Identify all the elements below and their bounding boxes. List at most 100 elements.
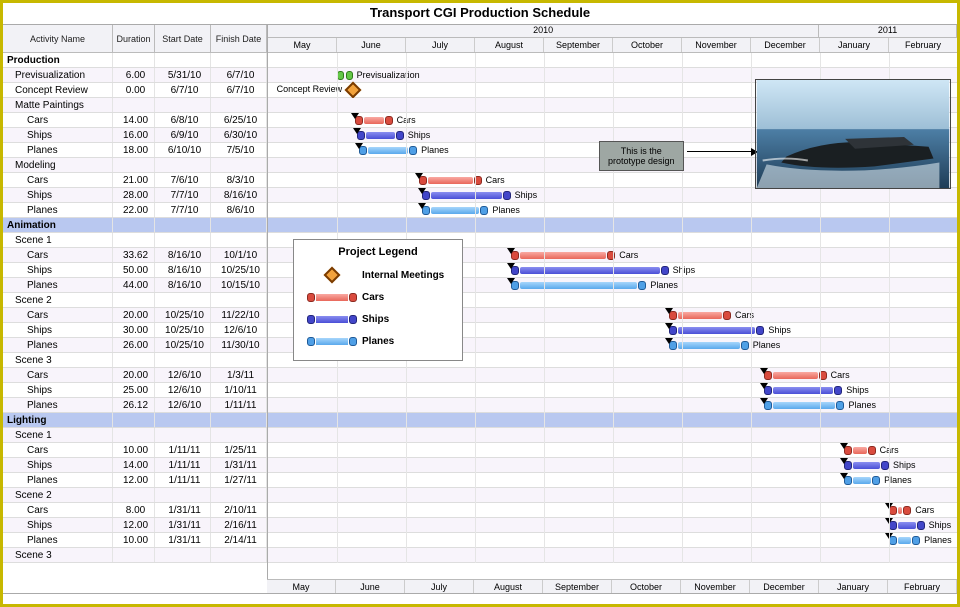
gantt-bar[interactable]: Planes	[764, 401, 844, 410]
group-row[interactable]: Scene 1	[3, 233, 267, 248]
gantt-bar[interactable]: Planes	[422, 206, 489, 215]
gantt-bar[interactable]: Cars	[511, 251, 616, 260]
timeline-row[interactable]: Cars	[268, 368, 957, 383]
section-row[interactable]: Lighting	[3, 413, 267, 428]
timeline-row[interactable]: Ships	[268, 383, 957, 398]
cell-start	[155, 218, 211, 232]
timeline-row[interactable]: Cars	[268, 503, 957, 518]
timeline-row[interactable]: Planes	[268, 533, 957, 548]
col-startdate[interactable]: Start Date	[155, 25, 211, 53]
section-row[interactable]: Animation	[3, 218, 267, 233]
task-row[interactable]: Planes18.006/10/107/5/10	[3, 143, 267, 158]
gantt-bar[interactable]: Cars	[669, 311, 731, 320]
col-finishdate[interactable]: Finish Date	[211, 25, 267, 53]
task-row[interactable]: Previsualization6.005/31/106/7/10	[3, 68, 267, 83]
task-row[interactable]: Planes10.001/31/112/14/11	[3, 533, 267, 548]
gantt-bar[interactable]: Cars	[764, 371, 826, 380]
prototype-image[interactable]	[755, 79, 951, 189]
task-row[interactable]: Planes44.008/16/1010/15/10	[3, 278, 267, 293]
task-row[interactable]: Planes22.007/7/108/6/10	[3, 203, 267, 218]
gantt-bar[interactable]: Ships	[357, 131, 404, 140]
cell-duration	[113, 218, 155, 232]
milestone-diamond-icon[interactable]	[344, 82, 361, 99]
task-row[interactable]: Ships25.0012/6/101/10/11	[3, 383, 267, 398]
task-row[interactable]: Planes26.0010/25/1011/30/10	[3, 338, 267, 353]
gantt-bar[interactable]: Previsualization	[337, 71, 353, 80]
col-duration[interactable]: Duration	[113, 25, 155, 53]
task-row[interactable]: Cars33.628/16/1010/1/10	[3, 248, 267, 263]
gantt-bar[interactable]: Planes	[359, 146, 417, 155]
callout-note[interactable]: This is theprototype design	[599, 141, 684, 171]
task-row[interactable]: Ships30.0010/25/1012/6/10	[3, 323, 267, 338]
group-row[interactable]: Scene 2	[3, 293, 267, 308]
group-row[interactable]: Production	[3, 53, 267, 68]
timeline-row[interactable]: Planes	[268, 473, 957, 488]
cell-duration: 20.00	[113, 308, 155, 322]
cell-start: 1/31/11	[155, 533, 211, 547]
legend-label: Cars	[362, 292, 454, 303]
cell-finish	[211, 488, 267, 502]
timeline-row[interactable]: Ships	[268, 188, 957, 203]
gantt-bar[interactable]: Planes	[889, 536, 920, 545]
bar-label: Cars	[915, 505, 934, 515]
task-row[interactable]: Ships28.007/7/108/16/10	[3, 188, 267, 203]
gantt-bar[interactable]: Ships	[511, 266, 669, 275]
task-row[interactable]: Ships16.006/9/106/30/10	[3, 128, 267, 143]
task-row[interactable]: Ships50.008/16/1010/25/10	[3, 263, 267, 278]
task-row[interactable]: Cars20.0012/6/101/3/11	[3, 368, 267, 383]
group-row[interactable]: Scene 2	[3, 488, 267, 503]
cell-start	[155, 293, 211, 307]
legend[interactable]: Project Legend Internal MeetingsCarsShip…	[293, 239, 463, 361]
bar-label: Previsualization	[357, 70, 420, 80]
bar-label: Ships	[768, 325, 791, 335]
task-row[interactable]: Cars8.001/31/112/10/11	[3, 503, 267, 518]
task-row[interactable]: Cars10.001/11/111/25/11	[3, 443, 267, 458]
gantt-bar[interactable]: Planes	[669, 341, 749, 350]
timeline-row[interactable]	[268, 53, 957, 68]
gantt-bar[interactable]: Planes	[844, 476, 880, 485]
timeline-row[interactable]	[268, 218, 957, 233]
group-row[interactable]: Modeling	[3, 158, 267, 173]
cell-finish	[211, 413, 267, 427]
task-row[interactable]: Ships12.001/31/112/16/11	[3, 518, 267, 533]
timeline-row[interactable]: Planes	[268, 398, 957, 413]
cell-start: 6/9/10	[155, 128, 211, 142]
task-row[interactable]: Cars20.0010/25/1011/22/10	[3, 308, 267, 323]
group-row[interactable]: Matte Paintings	[3, 98, 267, 113]
group-row[interactable]: Scene 1	[3, 428, 267, 443]
cell-finish: 2/16/11	[211, 518, 267, 532]
gantt-bar[interactable]: Ships	[669, 326, 765, 335]
gantt-bar[interactable]: Planes	[511, 281, 647, 290]
month-header: June	[337, 38, 406, 52]
timeline-row[interactable]	[268, 413, 957, 428]
timeline-row[interactable]	[268, 548, 957, 563]
task-row[interactable]: Cars14.006/8/106/25/10	[3, 113, 267, 128]
timeline-row[interactable]: Ships	[268, 518, 957, 533]
group-row[interactable]: Scene 3	[3, 548, 267, 563]
task-row[interactable]: Cars21.007/6/108/3/10	[3, 173, 267, 188]
gantt-bar[interactable]: Ships	[764, 386, 842, 395]
gantt-bar[interactable]: Cars	[419, 176, 481, 185]
gantt-bar[interactable]: Cars	[355, 116, 393, 125]
timeline-row[interactable]: Ships	[268, 458, 957, 473]
group-row[interactable]: Scene 3	[3, 353, 267, 368]
cell-start: 6/10/10	[155, 143, 211, 157]
cell-name: Planes	[3, 203, 113, 217]
gantt-bar[interactable]: Ships	[844, 461, 889, 470]
cell-name: Cars	[3, 308, 113, 322]
task-row[interactable]: Ships14.001/11/111/31/11	[3, 458, 267, 473]
timeline-row[interactable]	[268, 488, 957, 503]
month-header: December	[751, 38, 820, 52]
gantt-bar[interactable]: Cars	[844, 446, 875, 455]
timeline-row[interactable]	[268, 428, 957, 443]
timeline-row[interactable]: Planes	[268, 203, 957, 218]
task-row[interactable]: Concept Review0.006/7/106/7/10	[3, 83, 267, 98]
timeline-row[interactable]: Cars	[268, 443, 957, 458]
legend-label: Planes	[362, 336, 454, 347]
task-row[interactable]: Planes12.001/11/111/27/11	[3, 473, 267, 488]
task-row[interactable]: Planes26.1212/6/101/11/11	[3, 398, 267, 413]
gantt-bar[interactable]: Ships	[889, 521, 925, 530]
gantt-bar[interactable]: Ships	[422, 191, 511, 200]
col-activity[interactable]: Activity Name	[3, 25, 113, 53]
cell-duration: 10.00	[113, 443, 155, 457]
